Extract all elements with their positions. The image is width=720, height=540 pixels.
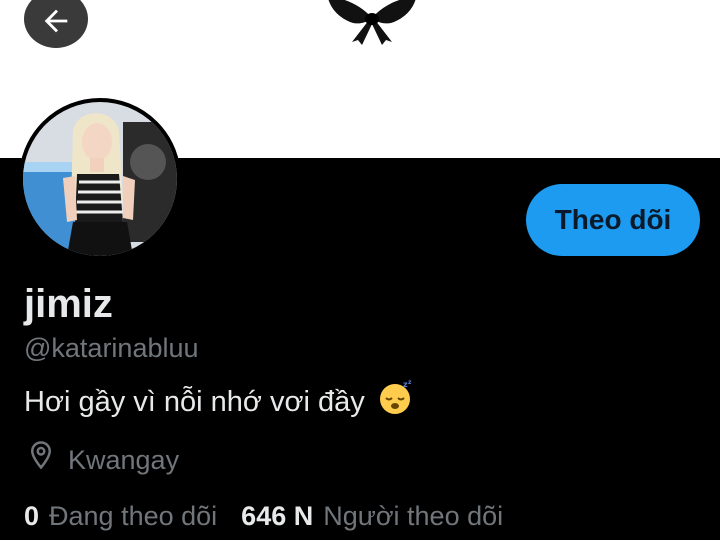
display-name: jimiz [24,282,113,326]
sleeping-face-icon: z z [377,379,413,425]
back-button[interactable] [24,0,88,48]
bio-text: Hơi gầy vì nỗi nhớ vơi đầy [24,386,365,418]
following-label: Đang theo dõi [49,501,218,531]
location-text: Kwangay [68,444,180,475]
follow-button[interactable]: Theo dõi [526,184,700,256]
user-handle: @katarinabluu [24,333,199,363]
bio: Hơi gầy vì nỗi nhớ vơi đầy 😴 z z [24,379,413,425]
profile-location: Kwangay [26,440,179,479]
followers-link[interactable]: 646 N Người theo dõi [241,498,503,534]
followers-count: 646 N [241,501,314,531]
location-pin-icon [26,440,56,479]
followers-label: Người theo dõi [323,501,504,531]
ribbon-bow-icon [322,0,422,51]
follow-stats: 0 Đang theo dõi 646 N Người theo dõi [24,498,503,534]
avatar[interactable] [19,98,181,260]
svg-text:z: z [408,379,412,386]
following-count: 0 [24,501,40,531]
following-link[interactable]: 0 Đang theo dõi [24,498,217,534]
arrow-left-icon [39,0,73,43]
